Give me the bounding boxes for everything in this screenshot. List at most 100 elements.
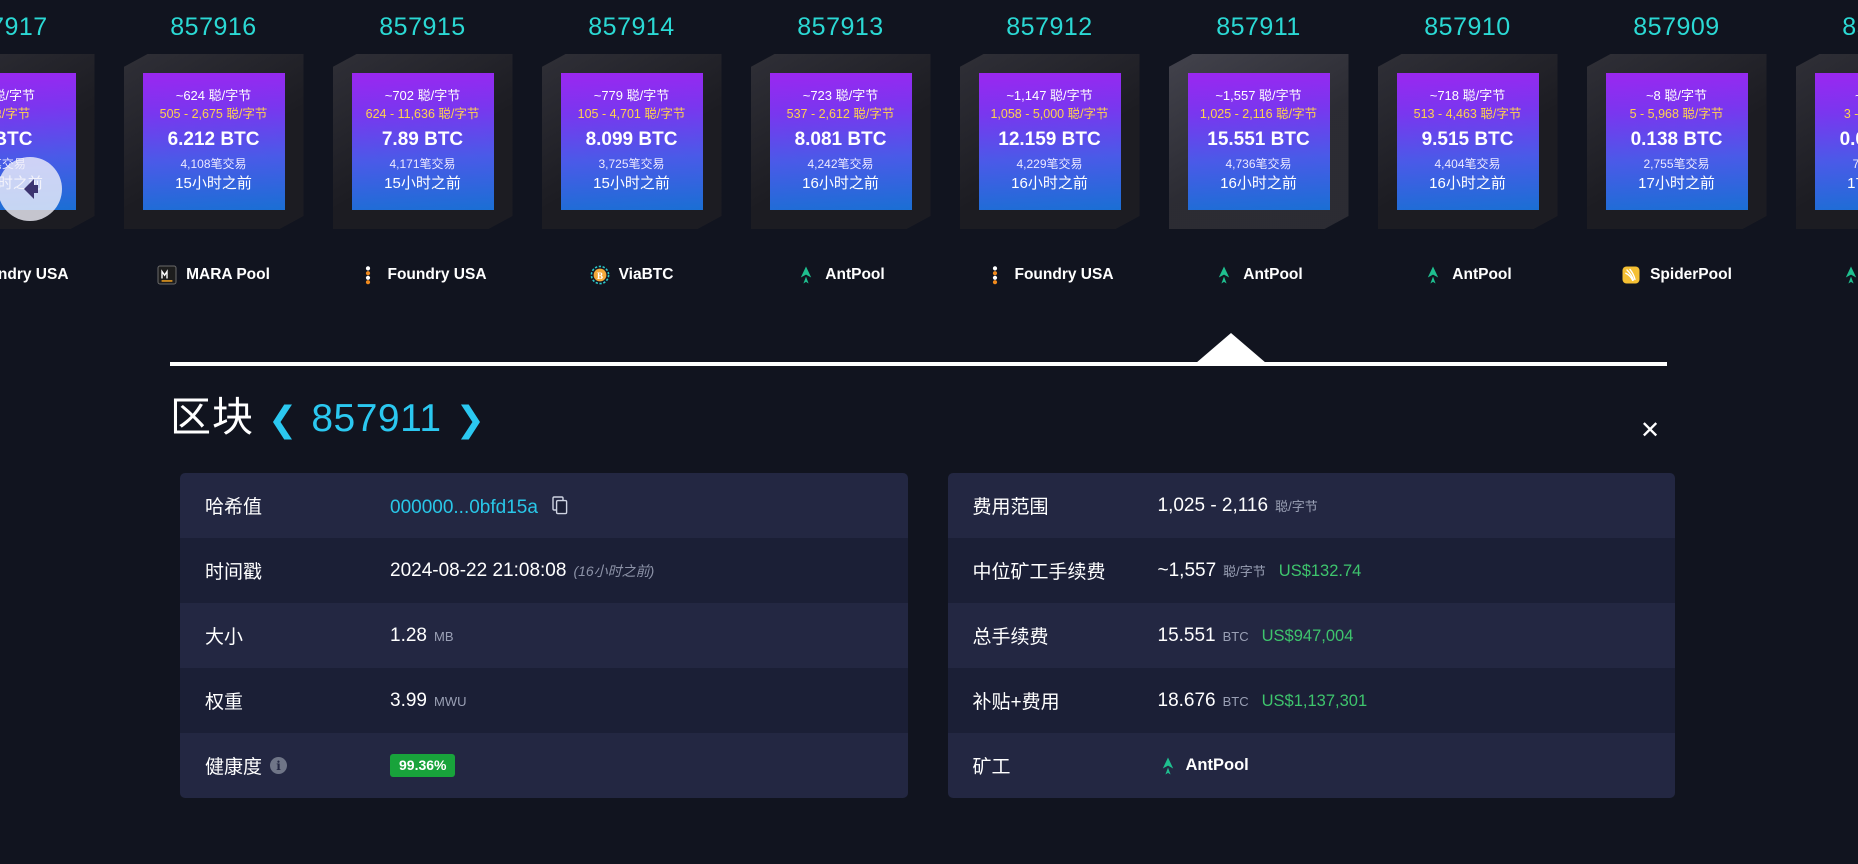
block-tx-count: 4,171笔交易 [389,157,456,172]
block-card-857912[interactable]: 857912 ~1,147 聪/字节 1,058 - 5,000 聪/字节 12.15… [945,0,1154,290]
block-card-857910[interactable]: 857910 ~718 聪/字节 513 - 4,463 聪/字节 9.515 BTC… [1363,0,1572,290]
status-badge: 99.36% [390,753,456,778]
next-block-button[interactable]: ❯ [456,402,485,437]
detail-row-label-text: 总手续费 [972,627,1049,648]
block-pool[interactable]: Foundry USA [0,260,69,290]
block-pool[interactable]: Foundry USA [358,260,487,290]
block-strip[interactable]: 857917~? 聪/字节? 聪/字节? BTC?笔交易15小时之前Foundr… [0,0,1858,400]
block-age: 15小时之前 [175,175,252,193]
block-tx-count: 4,404笔交易 [1434,157,1501,172]
block-median-fee: ~? 聪/字节 [0,88,36,104]
block-reward: 8.099 BTC [585,129,678,151]
block-detail-panel: 区块 ❮ 857911 ❯ 哈希值 000000...0bfd15a 时间戳 2024… [0,366,1858,864]
block-cube-face: ~8 聪/字节 5 - 5,968 聪/字节 0.138 BTC 2,755笔交易 17… [1605,73,1748,210]
close-button[interactable]: ✕ [1635,415,1665,445]
block-cube[interactable]: ~3 聪/字节3 - 330 聪/字节0.031 BTC7,399笔交易17小时… [1795,54,1858,242]
block-pool[interactable]: B ViaBTC [590,260,674,290]
block-reward: 7.89 BTC [381,129,464,151]
block-fee-range: 3 - 330 聪/字节 [1843,106,1858,121]
block-height-label[interactable]: 857909 [1633,0,1719,54]
detail-row-value: 3.99 MWU [390,690,883,712]
block-hash-link[interactable]: 000000...0bfd15a [390,497,538,519]
block-pool-label: ViaBTC [618,266,674,283]
detail-row: 矿工 AntPool [948,733,1676,798]
block-fee-range: ? 聪/字节 [0,106,31,121]
block-height-label[interactable]: 857917 [0,0,48,54]
block-fee-range: 1,025 - 2,116 聪/字节 [1199,106,1318,121]
block-height-label[interactable]: 857912 [1006,0,1092,54]
detail-value-unit: 聪/字节 [1275,498,1318,514]
antpool-icon [801,266,812,284]
detail-row-label-text: 矿工 [972,757,1011,778]
block-tx-count: 2,755笔交易 [1643,157,1710,172]
block-card-857911[interactable]: 857911 ~1,557 聪/字节 1,025 - 2,116 聪/字节 15.55… [1154,0,1363,290]
block-pool[interactable]: MARA Pool [157,260,270,290]
block-height-label[interactable]: 857911 [1216,0,1301,54]
block-cube[interactable]: ~718 聪/字节 513 - 4,463 聪/字节 9.515 BTC 4,404笔… [1377,54,1558,242]
block-card-857917[interactable]: 857917~? 聪/字节? 聪/字节? BTC?笔交易15小时之前Foundr… [0,0,109,290]
block-card-857914[interactable]: 857914 ~779 聪/字节 105 - 4,701 聪/字节 8.099 BTC… [527,0,736,290]
block-card-857913[interactable]: 857913 ~723 聪/字节 537 - 2,612 聪/字节 8.081 BTC… [736,0,945,290]
selected-block-pointer [1196,333,1266,363]
info-icon[interactable]: i [270,757,288,774]
panel-divider [170,362,1667,366]
block-pool[interactable]: AntPool [1841,260,1858,290]
block-fee-range: 5 - 5,968 聪/字节 [1629,106,1724,121]
block-age: 16小时之前 [1429,175,1506,193]
block-height-label[interactable]: 857914 [588,0,674,54]
detail-value-text: ~1,557 [1157,559,1217,581]
detail-value-text: 2024-08-22 21:08:08 [390,559,567,581]
detail-value-unit: BTC [1222,628,1249,644]
detail-row-label-text: 权重 [205,692,244,713]
block-pool[interactable]: AntPool [1423,260,1512,290]
antpool-icon [1428,266,1439,284]
block-median-fee: ~8 聪/字节 [1645,88,1708,104]
block-cube[interactable]: ~702 聪/字节 624 - 11,636 聪/字节 7.89 BTC 4,171笔… [332,54,513,242]
detail-value-note: (16小时之前) [573,562,655,579]
block-cube[interactable]: ~723 聪/字节 537 - 2,612 聪/字节 8.081 BTC 4,242笔… [750,54,931,242]
block-height-label[interactable]: 857915 [379,0,465,54]
block-height-label[interactable]: 857916 [170,0,256,54]
block-cube[interactable]: ~1,147 聪/字节 1,058 - 5,000 聪/字节 12.159 BTC 4… [959,54,1140,242]
block-fee-range: 624 - 11,636 聪/字节 [365,106,480,121]
detail-row-value: 18.676 BTC US$1,137,301 [1158,690,1651,712]
block-fee-range: 1,058 - 5,000 聪/字节 [990,106,1109,121]
detail-row-label: 中位矿工手续费 [973,557,1158,584]
block-pool[interactable]: AntPool [1214,260,1303,290]
detail-row-label: 时间戳 [205,557,390,584]
detail-row: 总手续费 15.551 BTC US$947,004 [948,603,1676,668]
detail-row: 健康度 i 99.36% [180,733,908,798]
block-cube-face: ~723 聪/字节 537 - 2,612 聪/字节 8.081 BTC 4,242笔… [769,73,912,210]
block-card-857909[interactable]: 857909 ~8 聪/字节 5 - 5,968 聪/字节 0.138 BTC 2,75… [1572,0,1781,290]
block-card-857916[interactable]: 857916 ~624 聪/字节 505 - 2,675 聪/字节 6.212 BTC… [109,0,318,290]
scroll-left-button[interactable] [0,157,62,221]
block-height-label[interactable]: 857913 [797,0,883,54]
detail-row: 大小 1.28 MB [180,603,908,668]
block-height-label[interactable]: 857908 [1842,0,1858,54]
miner-pool[interactable]: AntPool [1158,756,1249,776]
detail-row-label-text: 哈希值 [205,497,263,518]
detail-value-unit: 聪/字节 [1223,563,1266,579]
prev-block-button[interactable]: ❮ [268,402,297,437]
detail-row-label-text: 中位矿工手续费 [972,562,1106,583]
block-cube[interactable]: ~1,557 聪/字节 1,025 - 2,116 聪/字节 15.551 BTC 4… [1168,54,1349,242]
copy-icon[interactable] [550,495,570,515]
detail-value-unit: MWU [433,693,467,709]
block-cube-face: ~779 聪/字节 105 - 4,701 聪/字节 8.099 BTC 3,725笔… [560,73,703,210]
block-cube-face: ~1,147 聪/字节 1,058 - 5,000 聪/字节 12.159 BTC 4… [978,73,1121,210]
detail-row-value: AntPool [1158,756,1651,776]
block-cube[interactable]: ~779 聪/字节 105 - 4,701 聪/字节 8.099 BTC 3,725笔… [541,54,722,242]
block-card-857915[interactable]: 857915 ~702 聪/字节 624 - 11,636 聪/字节 7.89 BTC… [318,0,527,290]
detail-row: 中位矿工手续费 ~1,557 聪/字节 US$132.74 [947,538,1675,603]
block-cube[interactable]: ~624 聪/字节 505 - 2,675 聪/字节 6.212 BTC 4,108笔… [123,54,304,242]
block-pool[interactable]: SpiderPool [1621,260,1732,290]
block-pool[interactable]: AntPool [796,260,885,290]
block-height-label[interactable]: 857910 [1424,0,1510,54]
block-pool[interactable]: Foundry USA [985,260,1114,290]
detail-row: 权重 3.99 MWU [180,668,908,733]
block-card-857908[interactable]: 857908~3 聪/字节3 - 330 聪/字节0.031 BTC7,399笔… [1781,0,1858,290]
block-cube[interactable]: ~8 聪/字节 5 - 5,968 聪/字节 0.138 BTC 2,755笔交易 17… [1586,54,1767,242]
block-fee-range: 105 - 4,701 聪/字节 [577,106,686,121]
block-median-fee: ~624 聪/字节 [175,88,252,104]
detail-row-label: 总手续费 [973,622,1158,649]
